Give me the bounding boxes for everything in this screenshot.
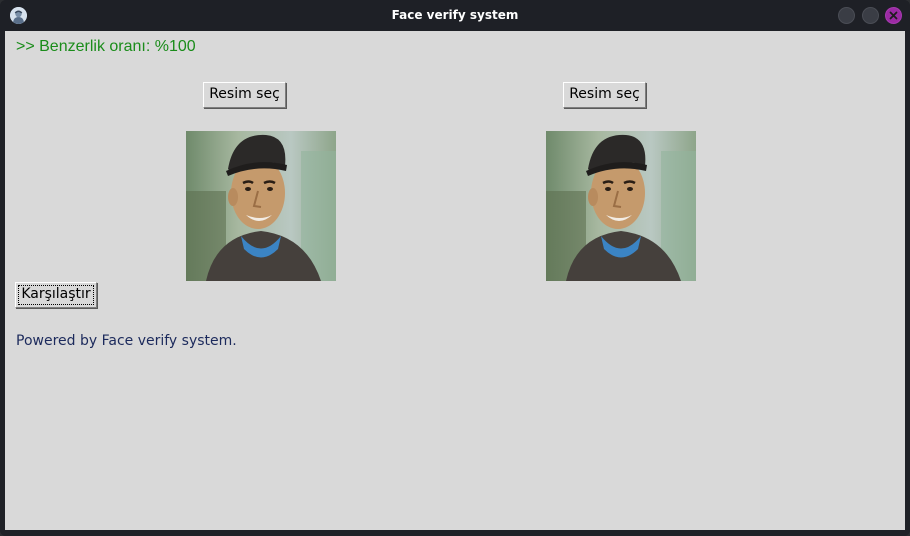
- window-bottom-border: [0, 530, 910, 536]
- footer-text: Powered by Face verify system.: [16, 333, 237, 349]
- minimize-button[interactable]: [838, 7, 855, 24]
- maximize-button[interactable]: [862, 7, 879, 24]
- app-window: Face verify system >> Benzerlik oranı: %…: [0, 0, 910, 536]
- window-title: Face verify system: [391, 8, 519, 22]
- main-content: >> Benzerlik oranı: %100 Resim seç Resim…: [5, 31, 905, 530]
- similarity-result: >> Benzerlik oranı: %100: [16, 38, 196, 55]
- close-button[interactable]: [885, 7, 902, 24]
- compare-button[interactable]: Karşılaştır: [15, 282, 97, 308]
- close-icon: [889, 11, 898, 20]
- left-face-image: [186, 131, 336, 281]
- right-face-image: [546, 131, 696, 281]
- select-image-left-button[interactable]: Resim seç: [203, 82, 286, 108]
- select-image-right-button[interactable]: Resim seç: [563, 82, 646, 108]
- title-bar[interactable]: Face verify system: [0, 0, 910, 31]
